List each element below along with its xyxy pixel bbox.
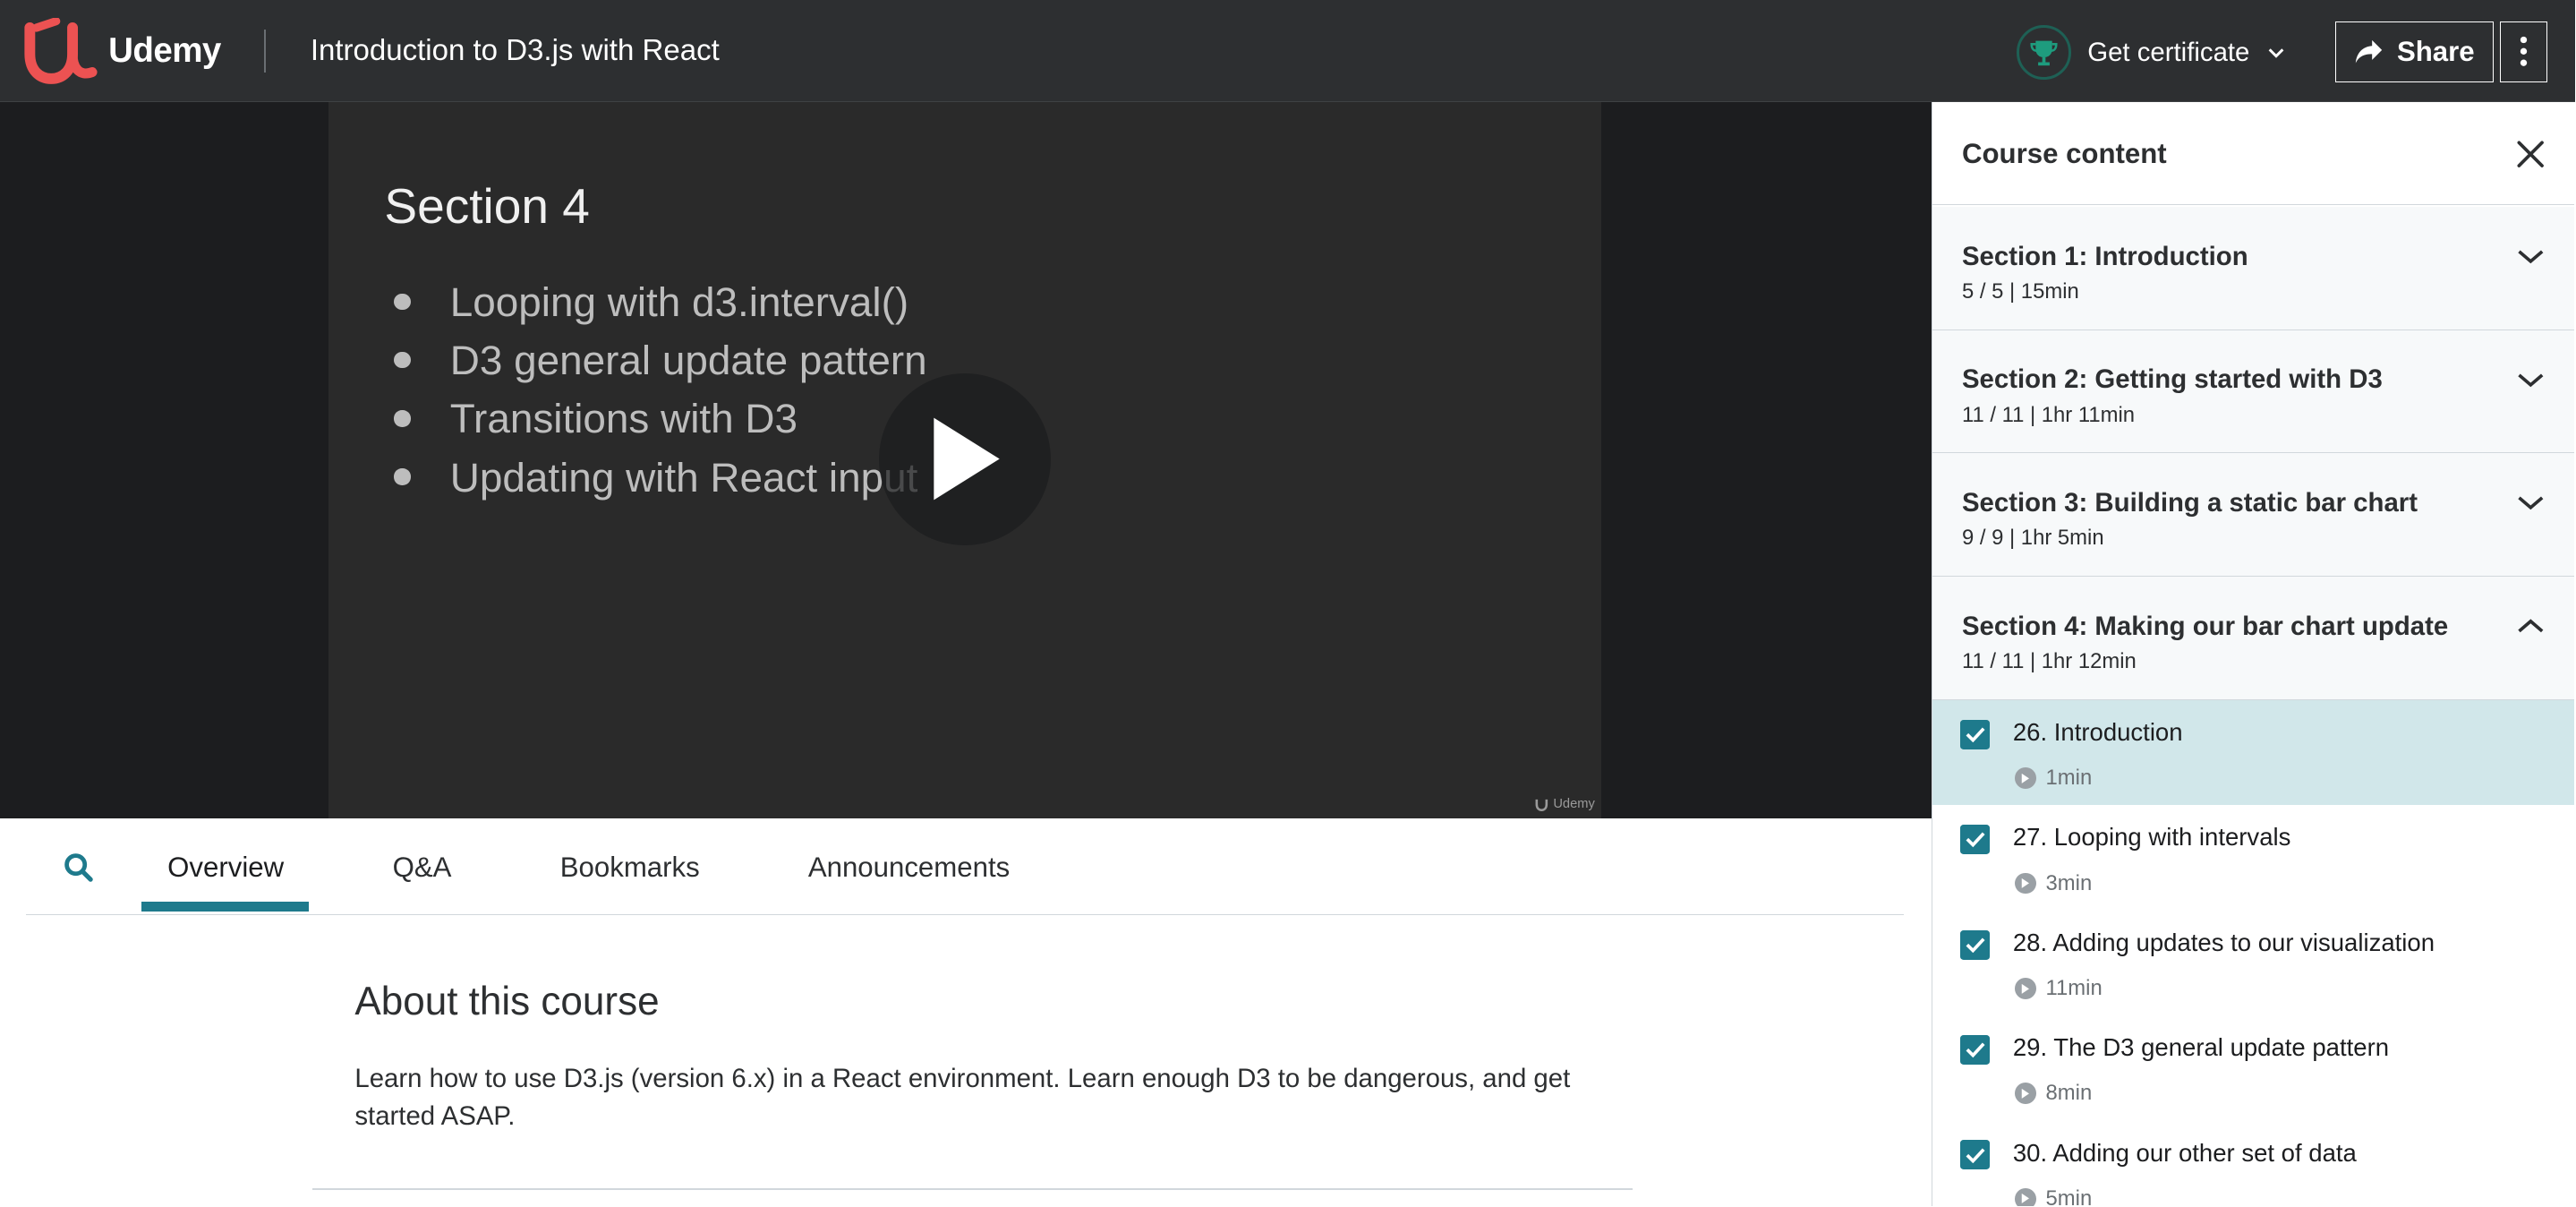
- checkmark-icon: [1966, 937, 1985, 954]
- more-options-button[interactable]: [2499, 21, 2548, 82]
- section-meta: 5 / 5 | 15min: [1961, 278, 2079, 304]
- play-icon: [934, 417, 1000, 501]
- get-certificate-label: Get certificate: [2087, 37, 2250, 67]
- chevron-up-icon: [2517, 619, 2543, 633]
- tab-bookmarks[interactable]: Bookmarks: [560, 852, 700, 884]
- video-play-icon: [2014, 872, 2036, 895]
- lecture-item[interactable]: 28. Adding updates to our visualization …: [1932, 911, 2574, 1015]
- app-root: Udemy Introduction to D3.js with React G…: [0, 0, 2576, 1206]
- active-tab-indicator: [141, 902, 309, 912]
- top-header: Udemy Introduction to D3.js with React G…: [0, 0, 2576, 102]
- lecture-duration: 11min: [2014, 976, 2103, 1001]
- tab-qa[interactable]: Q&A: [393, 852, 452, 884]
- section-title: Section 2: Getting started with D3: [1961, 364, 2383, 395]
- tab-overview[interactable]: Overview: [167, 852, 284, 884]
- section-meta: 11 / 11 | 1hr 11min: [1961, 402, 2136, 427]
- get-certificate-button[interactable]: Get certificate: [2017, 21, 2285, 84]
- course-title[interactable]: Introduction to D3.js with React: [311, 33, 720, 67]
- course-content-sidebar: Course content Section 1: Introduction 5…: [1931, 101, 2576, 1206]
- chevron-down-icon: [2517, 372, 2543, 387]
- lecture-checkbox[interactable]: [1960, 1035, 1991, 1066]
- brand-name: Udemy: [108, 30, 221, 70]
- udemy-watermark-icon: [1535, 799, 1548, 811]
- video-play-icon: [2014, 1187, 2036, 1206]
- lecture-duration: 5min: [2014, 1186, 2092, 1206]
- section-2[interactable]: Section 2: Getting started with D3 11 / …: [1932, 330, 2575, 454]
- trophy-icon: [2017, 25, 2071, 80]
- checkmark-icon: [1966, 1042, 1985, 1058]
- lecture-duration: 8min: [2014, 1081, 2092, 1106]
- chevron-down-icon: [2268, 47, 2284, 58]
- chevron-down-icon: [2517, 250, 2543, 264]
- section-meta: 11 / 11 | 1hr 12min: [1961, 648, 2137, 673]
- video-play-icon: [2014, 767, 2036, 790]
- lecture-checkbox[interactable]: [1960, 825, 1991, 855]
- lecture-title: 27. Looping with intervals: [2012, 823, 2291, 852]
- about-divider: [311, 1187, 1633, 1190]
- lecture-item[interactable]: 29. The D3 general update pattern 8min: [1932, 1015, 2574, 1120]
- share-arrow-icon: [2356, 39, 2383, 64]
- course-tabs: Overview Q&A Bookmarks Announcements: [26, 818, 1904, 916]
- lecture-title: 26. Introduction: [2012, 717, 2183, 746]
- checkmark-icon: [1966, 727, 1985, 743]
- lecture-checkbox[interactable]: [1960, 719, 1991, 749]
- lecture-title: 30. Adding our other set of data: [2012, 1138, 2357, 1167]
- slide-title: Section 4: [384, 178, 590, 235]
- sidebar-header: Course content: [1932, 102, 2575, 206]
- slide-bullets: Looping with d3.interval() D3 general up…: [391, 273, 927, 507]
- lecture-checkbox[interactable]: [1960, 929, 1991, 960]
- lecture-item[interactable]: 30. Adding our other set of data 5min: [1932, 1120, 2574, 1206]
- chevron-down-icon: [2517, 496, 2543, 510]
- section-title: Section 4: Making our bar chart update: [1961, 611, 2449, 641]
- video-play-icon: [2014, 978, 2036, 999]
- section-title: Section 1: Introduction: [1961, 241, 2248, 271]
- tab-announcements[interactable]: Announcements: [808, 852, 1010, 884]
- lecture-checkbox[interactable]: [1960, 1140, 1991, 1170]
- video-play-icon: [2014, 1083, 2036, 1105]
- slide-bullet: Looping with d3.interval(): [391, 273, 927, 331]
- video-player[interactable]: Section 4 Looping with d3.interval() D3 …: [0, 101, 1932, 818]
- sidebar-title: Course content: [1961, 138, 2167, 170]
- about-title: About this course: [354, 979, 660, 1023]
- lecture-item[interactable]: 27. Looping with intervals 3min: [1932, 805, 2574, 910]
- udemy-logo-icon: [24, 18, 98, 84]
- section-3[interactable]: Section 3: Building a static bar chart 9…: [1932, 453, 2575, 578]
- about-description: Learn how to use D3.js (version 6.x) in …: [354, 1063, 1571, 1131]
- lecture-duration: 3min: [2014, 871, 2092, 896]
- section-1[interactable]: Section 1: Introduction 5 / 5 | 15min: [1932, 207, 2575, 330]
- lecture-title: 29. The D3 general update pattern: [2012, 1033, 2390, 1062]
- lecture-title: 28. Adding updates to our visualization: [2012, 928, 2435, 956]
- share-label: Share: [2396, 35, 2475, 67]
- checkmark-icon: [1966, 1148, 1985, 1164]
- slide-bullet: Updating with React input: [391, 448, 927, 506]
- lecture-duration: 1min: [2014, 766, 2092, 791]
- search-icon[interactable]: [63, 852, 96, 885]
- more-vertical-icon: [2520, 37, 2528, 67]
- slide-bullet: D3 general update pattern: [391, 331, 927, 389]
- slide-bullet: Transitions with D3: [391, 389, 927, 448]
- section-4[interactable]: Section 4: Making our bar chart update 1…: [1932, 577, 2575, 700]
- close-icon[interactable]: [2512, 136, 2548, 172]
- share-button[interactable]: Share: [2335, 21, 2494, 82]
- checkmark-icon: [1966, 832, 1985, 848]
- lecture-item[interactable]: 26. Introduction 1min: [1932, 699, 2575, 806]
- video-frame: Section 4 Looping with d3.interval() D3 …: [328, 101, 1602, 818]
- udemy-logo[interactable]: Udemy: [23, 18, 221, 84]
- play-button[interactable]: [878, 372, 1052, 546]
- video-watermark: Udemy: [1535, 797, 1595, 811]
- section-title: Section 3: Building a static bar chart: [1961, 487, 2418, 518]
- section-meta: 9 / 9 | 1hr 5min: [1961, 526, 2104, 551]
- header-divider: [264, 30, 267, 73]
